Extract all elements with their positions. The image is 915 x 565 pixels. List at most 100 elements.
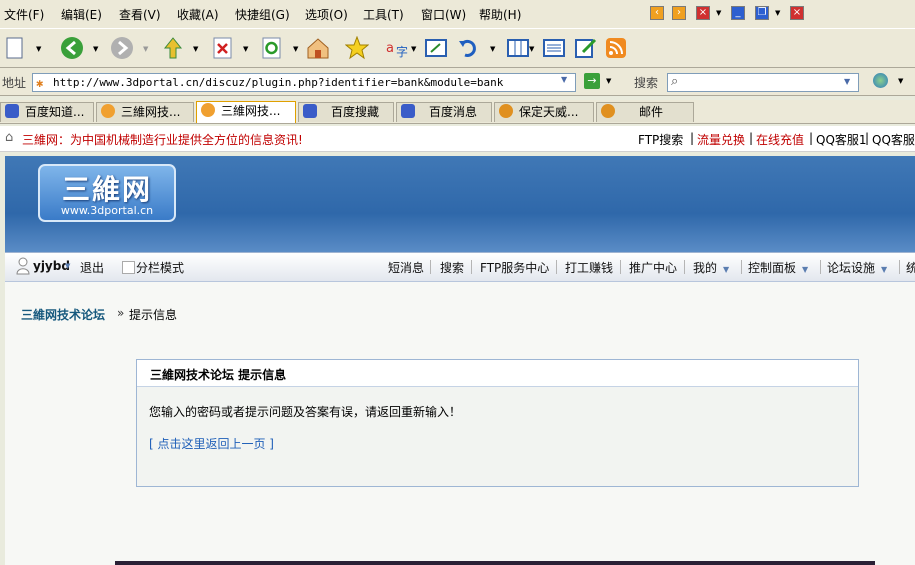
chevron-down-icon[interactable]: ▼ [716,9,721,17]
address-bar: 地址 ✱ http://www.3dportal.cn/discuz/plugi… [0,68,915,96]
search-label: 搜索 [634,76,659,90]
site-slogan: 三維网：为中国机械制造行业提供全方位的信息资讯! [22,133,303,147]
list-view-icon[interactable] [541,35,567,61]
go-icon[interactable]: → [584,73,600,89]
page-content: 三維网技术论坛 » 提示信息 三維网技术论坛 提示信息 您输入的密码或者提示问题… [5,282,915,565]
tab-3dportal-1[interactable]: 三維网技... [96,102,194,122]
url-input[interactable]: ✱ http://www.3dportal.cn/discuz/plugin.p… [32,73,576,92]
site-icon [601,104,615,118]
chevron-down-icon[interactable]: ▼ [293,45,298,53]
nav-earn-money[interactable]: 打工赚钱 [565,259,613,276]
menu-options[interactable]: 选项(O) [305,6,348,23]
ftp-search-link[interactable]: FTP搜索 [638,131,683,148]
chevron-down-icon[interactable]: ▼ [93,45,98,53]
nav-my[interactable]: 我的 ▼ [693,259,729,276]
chevron-down-icon: ▼ [723,265,730,274]
home-icon[interactable] [305,35,331,61]
chevron-down-icon[interactable]: ▼ [844,77,850,86]
logout-link[interactable]: 退出 [80,259,104,276]
search-engine-globe-icon[interactable] [873,73,888,88]
minimize-icon[interactable]: _ [731,6,745,20]
chevron-down-icon[interactable]: ▼ [65,262,70,270]
nav-short-message[interactable]: 短消息 [388,259,424,276]
tab-baidu-soucang[interactable]: 百度搜藏 [298,102,394,122]
menu-file[interactable]: 文件(F) [4,6,44,23]
message-title: 三維网技术论坛 提示信息 [137,360,858,387]
restore-icon[interactable]: ❐ [755,6,769,20]
chevron-down-icon[interactable]: ▼ [561,75,567,84]
chevron-down-icon[interactable]: ▼ [898,77,903,85]
split-mode-checkbox[interactable] [122,261,135,274]
site-icon [101,104,115,118]
site-logo[interactable]: 三維网 www.3dportal.cn [38,164,176,222]
baidu-paw-icon [401,104,415,118]
up-icon[interactable] [160,35,186,61]
new-page-icon[interactable] [2,35,28,61]
next-window-icon[interactable]: › [672,6,686,20]
online-recharge-link[interactable]: 在线充值 [756,131,804,148]
menu-favorites[interactable]: 收藏(A) [177,6,219,23]
nav-forum-facilities[interactable]: 论坛设施 ▼ [827,259,887,276]
tab-label: 邮件 [639,105,664,119]
search-input[interactable]: ⌕ ▼ [667,73,859,92]
traffic-exchange-link[interactable]: 流量兑换 [697,131,745,148]
site-banner: 三維网 www.3dportal.cn [5,156,915,252]
tab-baidu-message[interactable]: 百度消息 [396,102,492,122]
menu-help[interactable]: 帮助(H) [479,6,521,23]
chevron-down-icon[interactable]: ▼ [193,45,198,53]
menu-edit[interactable]: 编辑(E) [61,6,102,23]
chevron-down-icon[interactable]: ▼ [243,45,248,53]
back-icon[interactable] [59,35,85,61]
tab-bar: 百度知道... 三維网技... 三維网技... 百度搜藏 百度消息 保定天威..… [0,100,915,124]
nav-promotion-center[interactable]: 推广中心 [629,259,677,276]
user-icon [16,257,30,275]
tab-mail[interactable]: 邮件 [596,102,694,122]
chevron-down-icon[interactable]: ▼ [143,45,148,53]
home-icon[interactable]: ⌂ [5,130,13,145]
open-window-icon[interactable] [423,35,449,61]
chevron-down-icon[interactable]: ▼ [36,45,41,53]
address-label: 地址 [2,76,27,90]
tab-label: 百度消息 [429,105,478,119]
menu-view[interactable]: 查看(V) [119,6,161,23]
rss-icon[interactable] [603,35,629,61]
site-icon: ✱ [36,76,44,90]
chevron-down-icon[interactable]: ▼ [529,45,534,53]
breadcrumb-home-link[interactable]: 三維网技术论坛 [21,306,105,323]
nav-search[interactable]: 搜索 [440,259,464,276]
chevron-down-icon[interactable]: ▼ [775,9,780,17]
close-icon[interactable]: × [790,6,804,20]
tab-baidu-zhidao[interactable]: 百度知道... [0,102,94,122]
nav-stats[interactable]: 统 [906,259,915,276]
menu-groups[interactable]: 快捷组(G) [235,6,290,23]
back-link[interactable]: [ 点击这里返回上一页 ] [149,435,274,452]
nav-my-label: 我的 [693,261,718,275]
tab-3dportal-active[interactable]: 三維网技... [196,101,296,123]
chevron-down-icon[interactable]: ▼ [606,77,611,85]
refresh-icon[interactable] [259,35,285,61]
tab-baoding-tianwei[interactable]: 保定天威... [494,102,594,122]
menu-tools[interactable]: 工具(T) [363,6,404,23]
nav-ftp-center[interactable]: FTP服务中心 [480,259,549,276]
menu-window[interactable]: 窗口(W) [421,6,466,23]
nav-control-panel[interactable]: 控制面板 ▼ [748,259,808,276]
chevron-down-icon[interactable]: ▼ [411,45,416,53]
close-tab-icon[interactable]: × [696,6,710,20]
forward-icon[interactable] [109,35,135,61]
breadcrumb-current: 提示信息 [129,308,178,322]
undo-close-icon[interactable] [456,35,482,61]
edit-page-icon[interactable] [573,35,599,61]
stop-icon[interactable] [210,35,236,61]
split-mode-label: 分栏模式 [136,261,185,275]
chevron-down-icon[interactable]: ▼ [490,45,495,53]
translate-icon[interactable]: a字 [385,35,411,61]
tile-windows-icon[interactable] [505,35,531,61]
svg-text:字: 字 [396,44,408,59]
tab-label: 保定天威... [519,105,579,119]
favorites-star-icon[interactable] [344,35,370,61]
svg-text:a: a [386,41,394,56]
baidu-paw-icon [5,104,19,118]
qq-service-1-link[interactable]: QQ客服1 [816,131,867,148]
prev-window-icon[interactable]: ‹ [650,6,664,20]
qq-service-link[interactable]: QQ客服 [872,131,915,148]
